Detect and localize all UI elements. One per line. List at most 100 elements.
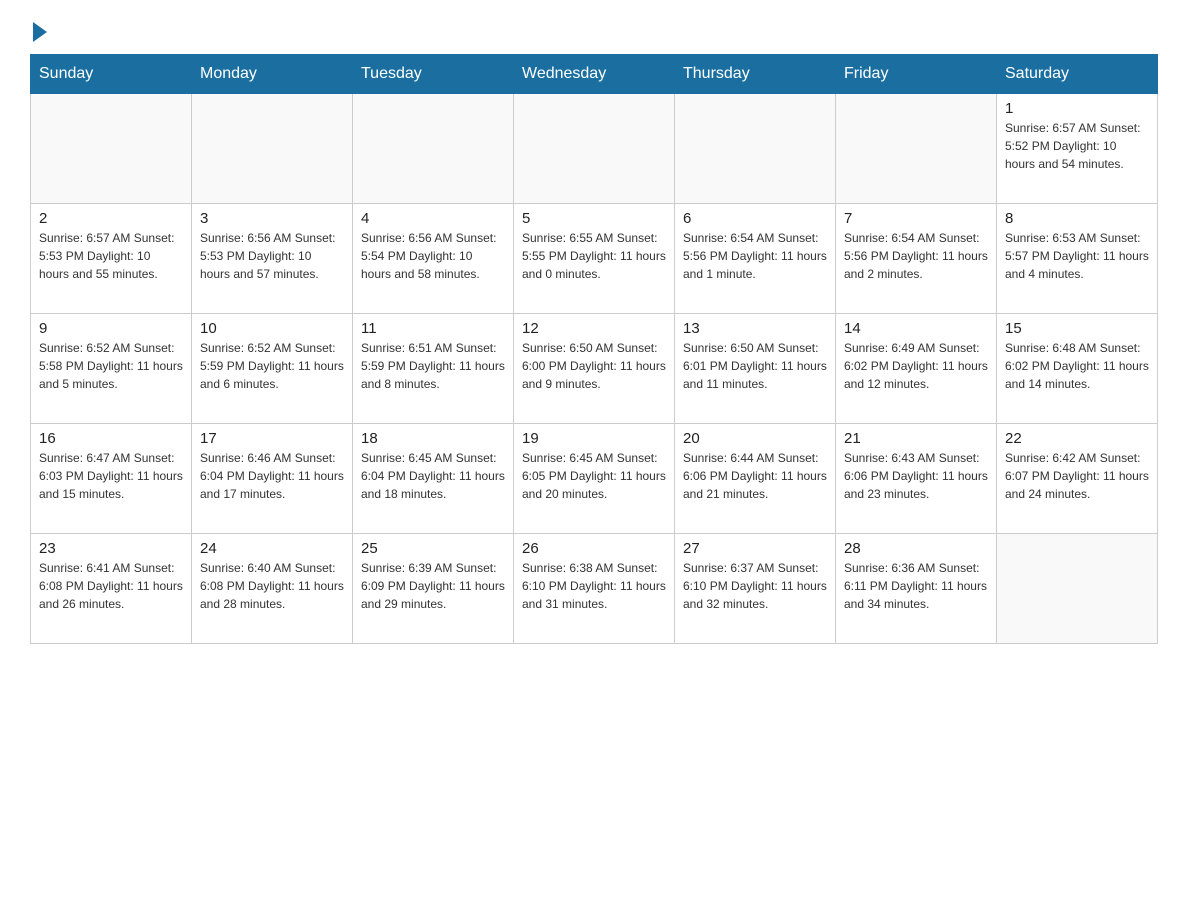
day-number: 23 <box>39 540 183 557</box>
header-wednesday: Wednesday <box>514 55 675 94</box>
day-info: Sunrise: 6:45 AM Sunset: 6:04 PM Dayligh… <box>361 449 505 503</box>
calendar-cell: 22 Sunrise: 6:42 AM Sunset: 6:07 PM Dayli… <box>997 424 1158 534</box>
calendar-cell: 24 Sunrise: 6:40 AM Sunset: 6:08 PM Dayli… <box>192 534 353 644</box>
day-number: 1 <box>1005 100 1149 117</box>
day-info: Sunrise: 6:53 AM Sunset: 5:57 PM Dayligh… <box>1005 229 1149 283</box>
calendar-cell: 20 Sunrise: 6:44 AM Sunset: 6:06 PM Dayli… <box>675 424 836 534</box>
day-number: 16 <box>39 430 183 447</box>
calendar-cell: 26Sunrise: 6:38 AM Sunset: 6:10 PM Dayli… <box>514 534 675 644</box>
day-number: 25 <box>361 540 505 557</box>
logo-arrow-icon <box>33 22 47 42</box>
day-info: Sunrise: 6:39 AM Sunset: 6:09 PM Dayligh… <box>361 559 505 613</box>
day-number: 22 <box>1005 430 1149 447</box>
calendar-cell: 7 Sunrise: 6:54 AM Sunset: 5:56 PM Daylig… <box>836 204 997 314</box>
day-info: Sunrise: 6:37 AM Sunset: 6:10 PM Dayligh… <box>683 559 827 613</box>
calendar-cell <box>997 534 1158 644</box>
calendar-week-row: 23 Sunrise: 6:41 AM Sunset: 6:08 PM Dayli… <box>31 534 1158 644</box>
day-info: Sunrise: 6:54 AM Sunset: 5:56 PM Dayligh… <box>683 229 827 283</box>
day-number: 21 <box>844 430 988 447</box>
calendar-week-row: 2 Sunrise: 6:57 AM Sunset: 5:53 PM Daylig… <box>31 204 1158 314</box>
day-info: Sunrise: 6:42 AM Sunset: 6:07 PM Dayligh… <box>1005 449 1149 503</box>
day-info: Sunrise: 6:57 AM Sunset: 5:52 PM Dayligh… <box>1005 119 1149 173</box>
calendar-cell: 27 Sunrise: 6:37 AM Sunset: 6:10 PM Dayli… <box>675 534 836 644</box>
day-number: 28 <box>844 540 988 557</box>
calendar-cell: 1 Sunrise: 6:57 AM Sunset: 5:52 PM Daylig… <box>997 94 1158 204</box>
calendar-cell: 10 Sunrise: 6:52 AM Sunset: 5:59 PM Dayli… <box>192 314 353 424</box>
day-number: 4 <box>361 210 505 227</box>
day-info: Sunrise: 6:43 AM Sunset: 6:06 PM Dayligh… <box>844 449 988 503</box>
calendar-cell: 11 Sunrise: 6:51 AM Sunset: 5:59 PM Dayli… <box>353 314 514 424</box>
header-monday: Monday <box>192 55 353 94</box>
day-number: 9 <box>39 320 183 337</box>
day-info: Sunrise: 6:48 AM Sunset: 6:02 PM Dayligh… <box>1005 339 1149 393</box>
calendar-cell <box>353 94 514 204</box>
day-number: 24 <box>200 540 344 557</box>
calendar-header-row: SundayMondayTuesdayWednesdayThursdayFrid… <box>31 55 1158 94</box>
calendar-cell <box>31 94 192 204</box>
day-number: 10 <box>200 320 344 337</box>
header-friday: Friday <box>836 55 997 94</box>
day-number: 13 <box>683 320 827 337</box>
calendar-cell: 18 Sunrise: 6:45 AM Sunset: 6:04 PM Dayli… <box>353 424 514 534</box>
calendar-cell: 28 Sunrise: 6:36 AM Sunset: 6:11 PM Dayli… <box>836 534 997 644</box>
header-thursday: Thursday <box>675 55 836 94</box>
day-info: Sunrise: 6:50 AM Sunset: 6:00 PM Dayligh… <box>522 339 666 393</box>
day-info: Sunrise: 6:44 AM Sunset: 6:06 PM Dayligh… <box>683 449 827 503</box>
day-info: Sunrise: 6:45 AM Sunset: 6:05 PM Dayligh… <box>522 449 666 503</box>
day-number: 15 <box>1005 320 1149 337</box>
day-number: 2 <box>39 210 183 227</box>
calendar-cell: 3 Sunrise: 6:56 AM Sunset: 5:53 PM Daylig… <box>192 204 353 314</box>
day-info: Sunrise: 6:40 AM Sunset: 6:08 PM Dayligh… <box>200 559 344 613</box>
calendar-week-row: 9 Sunrise: 6:52 AM Sunset: 5:58 PM Daylig… <box>31 314 1158 424</box>
calendar-cell: 5 Sunrise: 6:55 AM Sunset: 5:55 PM Daylig… <box>514 204 675 314</box>
calendar-cell: 16 Sunrise: 6:47 AM Sunset: 6:03 PM Dayli… <box>31 424 192 534</box>
calendar-cell <box>514 94 675 204</box>
day-number: 7 <box>844 210 988 227</box>
calendar-cell: 25 Sunrise: 6:39 AM Sunset: 6:09 PM Dayli… <box>353 534 514 644</box>
day-info: Sunrise: 6:56 AM Sunset: 5:54 PM Dayligh… <box>361 229 505 283</box>
day-number: 3 <box>200 210 344 227</box>
day-number: 20 <box>683 430 827 447</box>
header-sunday: Sunday <box>31 55 192 94</box>
calendar-cell: 6 Sunrise: 6:54 AM Sunset: 5:56 PM Daylig… <box>675 204 836 314</box>
day-info: Sunrise: 6:49 AM Sunset: 6:02 PM Dayligh… <box>844 339 988 393</box>
page-header <box>30 20 1158 38</box>
day-info: Sunrise: 6:41 AM Sunset: 6:08 PM Dayligh… <box>39 559 183 613</box>
calendar-cell: 12 Sunrise: 6:50 AM Sunset: 6:00 PM Dayli… <box>514 314 675 424</box>
day-number: 17 <box>200 430 344 447</box>
day-info: Sunrise: 6:57 AM Sunset: 5:53 PM Dayligh… <box>39 229 183 283</box>
day-number: 12 <box>522 320 666 337</box>
calendar-table: SundayMondayTuesdayWednesdayThursdayFrid… <box>30 54 1158 644</box>
calendar-week-row: 16 Sunrise: 6:47 AM Sunset: 6:03 PM Dayli… <box>31 424 1158 534</box>
day-info: Sunrise: 6:52 AM Sunset: 5:59 PM Dayligh… <box>200 339 344 393</box>
day-number: 6 <box>683 210 827 227</box>
calendar-cell <box>192 94 353 204</box>
day-info: Sunrise: 6:55 AM Sunset: 5:55 PM Dayligh… <box>522 229 666 283</box>
day-info: Sunrise: 6:52 AM Sunset: 5:58 PM Dayligh… <box>39 339 183 393</box>
calendar-cell: 21 Sunrise: 6:43 AM Sunset: 6:06 PM Dayli… <box>836 424 997 534</box>
day-number: 18 <box>361 430 505 447</box>
day-number: 26 <box>522 540 666 557</box>
day-number: 27 <box>683 540 827 557</box>
day-number: 14 <box>844 320 988 337</box>
day-info: Sunrise: 6:54 AM Sunset: 5:56 PM Dayligh… <box>844 229 988 283</box>
calendar-week-row: 1 Sunrise: 6:57 AM Sunset: 5:52 PM Daylig… <box>31 94 1158 204</box>
calendar-cell: 9 Sunrise: 6:52 AM Sunset: 5:58 PM Daylig… <box>31 314 192 424</box>
calendar-cell: 17Sunrise: 6:46 AM Sunset: 6:04 PM Dayli… <box>192 424 353 534</box>
calendar-cell: 14 Sunrise: 6:49 AM Sunset: 6:02 PM Dayli… <box>836 314 997 424</box>
calendar-cell: 15 Sunrise: 6:48 AM Sunset: 6:02 PM Dayli… <box>997 314 1158 424</box>
calendar-cell: 2 Sunrise: 6:57 AM Sunset: 5:53 PM Daylig… <box>31 204 192 314</box>
day-info: Sunrise: 6:51 AM Sunset: 5:59 PM Dayligh… <box>361 339 505 393</box>
header-saturday: Saturday <box>997 55 1158 94</box>
day-info: Sunrise: 6:56 AM Sunset: 5:53 PM Dayligh… <box>200 229 344 283</box>
day-info: Sunrise: 6:36 AM Sunset: 6:11 PM Dayligh… <box>844 559 988 613</box>
day-number: 19 <box>522 430 666 447</box>
day-number: 5 <box>522 210 666 227</box>
day-number: 11 <box>361 320 505 337</box>
header-tuesday: Tuesday <box>353 55 514 94</box>
calendar-cell: 23 Sunrise: 6:41 AM Sunset: 6:08 PM Dayli… <box>31 534 192 644</box>
calendar-cell: 4 Sunrise: 6:56 AM Sunset: 5:54 PM Daylig… <box>353 204 514 314</box>
day-number: 8 <box>1005 210 1149 227</box>
day-info: Sunrise: 6:47 AM Sunset: 6:03 PM Dayligh… <box>39 449 183 503</box>
calendar-cell <box>836 94 997 204</box>
